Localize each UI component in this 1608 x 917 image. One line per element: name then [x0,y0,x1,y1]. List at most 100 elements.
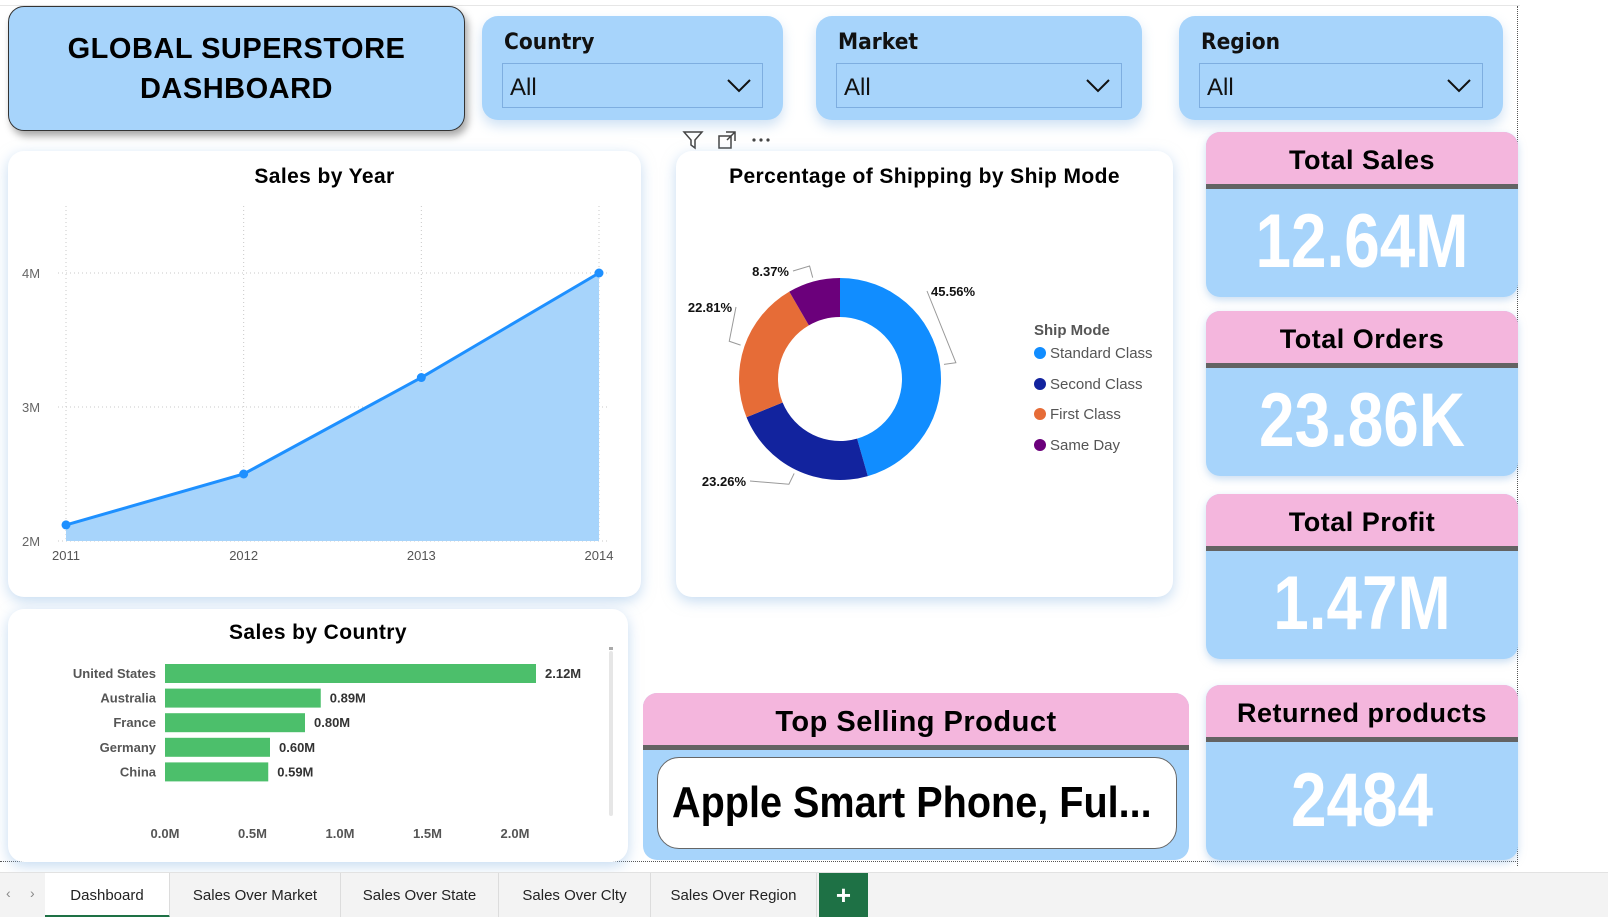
legend-marker [1034,378,1046,390]
country-dropdown[interactable]: All [502,63,763,108]
data-point-2014 [594,268,604,278]
ship-mode-card: Percentage of Shipping by Ship Mode 45.5… [676,151,1173,597]
legend-marker [1034,408,1046,420]
total-orders-card: Total Orders 23.86K [1206,311,1518,476]
divider [1206,184,1518,189]
data-point-2012 [239,469,249,479]
category-label: United States [73,666,156,681]
market-slicer-label: Market [838,30,919,55]
slice-label: 23.26% [702,474,747,489]
x-tick-label: 2014 [585,548,614,563]
bar-france [165,713,305,733]
bar-china [165,762,269,782]
total-profit-label: Total Profit [1206,494,1518,546]
slice-label: 45.56% [931,284,976,299]
legend-marker [1034,439,1046,451]
legend-label: Second Class [1050,376,1143,393]
legend-label: Standard Class [1050,345,1153,362]
x-tick-label: 2013 [407,548,436,563]
leader-line [749,473,795,485]
scrollbar [609,651,613,816]
report-canvas: GLOBAL SUPERSTORE DASHBOARD Country All … [0,0,1608,917]
top-selling-product-value: Apple Smart Phone, Ful... [672,778,1152,827]
sales-by-year-chart: 2M 3M 4M 2011 2012 2013 2014 [22,206,614,563]
country-slicer: Country All [482,16,783,120]
sales-by-year-card: Sales by Year 2M 3M 4M 2011 2012 2013 2014 [8,151,641,597]
category-label: China [120,764,157,779]
total-sales-value: 12.64M [1255,199,1469,284]
filter-icon[interactable] [682,130,704,150]
bar-germany [165,737,270,757]
divider [643,745,1189,750]
more-options-icon[interactable] [750,130,772,150]
ship-mode-donut-chart: 45.56% 23.26% 22.81% 8.37% Ship Mode Standard… [688,264,1153,489]
data-label: 0.60M [279,740,315,755]
market-dropdown[interactable]: All [836,63,1122,108]
x-tick-label: 1.0M [326,826,355,841]
tab-scroll-right-icon[interactable]: › [30,885,35,901]
leader-line [792,265,814,278]
returned-products-card: Returned products 2484 [1206,685,1518,860]
region-slicer: Region All [1179,16,1503,120]
chevron-down-icon [1086,79,1110,93]
category-label: France [113,715,156,730]
market-slicer: Market All [816,16,1142,120]
sales-by-country-chart: United States 2.12M Australia 0.89M France 0.… [73,647,613,841]
region-dropdown[interactable]: All [1199,63,1483,108]
category-label: Germany [100,740,157,755]
country-dropdown-value: All [510,74,537,101]
tab-sales-over-city[interactable]: Sales Over Clty [499,873,651,917]
data-label: 0.89M [330,691,366,706]
data-label: 0.59M [277,764,313,779]
data-label: 0.80M [314,715,350,730]
x-tick-label: 0.5M [238,826,267,841]
top-selling-product-box: Apple Smart Phone, Ful... [657,757,1177,849]
divider [1206,363,1518,368]
market-dropdown-value: All [844,74,871,101]
focus-mode-icon[interactable] [717,130,737,150]
total-orders-label: Total Orders [1206,311,1518,363]
total-orders-value: 23.86K [1259,378,1465,463]
tab-sales-over-state[interactable]: Sales Over State [341,873,499,917]
tab-dashboard[interactable]: Dashboard [45,873,170,917]
dashboard-title-line1: GLOBAL SUPERSTORE [67,32,406,65]
divider [1206,546,1518,551]
x-tick-label: 0.0M [151,826,180,841]
total-sales-card: Total Sales 12.64M [1206,132,1518,297]
chevron-down-icon [1447,79,1471,93]
category-label: Australia [100,691,156,706]
data-label: 2.12M [545,666,581,681]
x-tick-label: 1.5M [413,826,442,841]
x-tick-label: 2011 [52,548,80,563]
y-tick-label: 2M [22,534,40,549]
region-dropdown-value: All [1207,74,1234,101]
slice-second-class [746,402,868,481]
sales-by-country-card: Sales by Country United States 2.12M Austr… [8,609,628,862]
dashboard-title-box: GLOBAL SUPERSTORE DASHBOARD [8,6,465,131]
total-sales-label: Total Sales [1206,132,1518,184]
legend-label: First Class [1050,406,1121,423]
tab-sales-over-region[interactable]: Sales Over Region [651,873,817,917]
returned-products-value: 2484 [1290,758,1434,843]
data-point-2011 [61,520,71,530]
total-profit-card: Total Profit 1.47M [1206,494,1518,659]
bar-australia [165,688,321,708]
bar-united-states [165,664,536,683]
total-profit-value: 1.47M [1273,561,1451,646]
tab-scroll-left-icon[interactable]: ‹ [6,885,11,901]
legend-title: Ship Mode [1034,322,1110,339]
add-page-button[interactable]: + [819,873,868,917]
divider [1206,737,1518,742]
y-tick-label: 3M [22,400,40,415]
tab-sales-over-market[interactable]: Sales Over Market [170,873,341,917]
data-point-2013 [416,373,426,383]
chevron-down-icon [727,79,751,93]
scrollbar-handle [609,647,613,650]
dashboard-title-line2: DASHBOARD [139,72,333,105]
y-tick-label: 4M [22,266,40,281]
returned-products-label: Returned products [1206,685,1518,737]
country-slicer-label: Country [504,30,595,55]
x-tick-label: 2012 [229,548,258,563]
slice-label: 8.37% [752,264,789,279]
top-selling-product-card: Top Selling Product Apple Smart Phone, F… [643,693,1189,860]
